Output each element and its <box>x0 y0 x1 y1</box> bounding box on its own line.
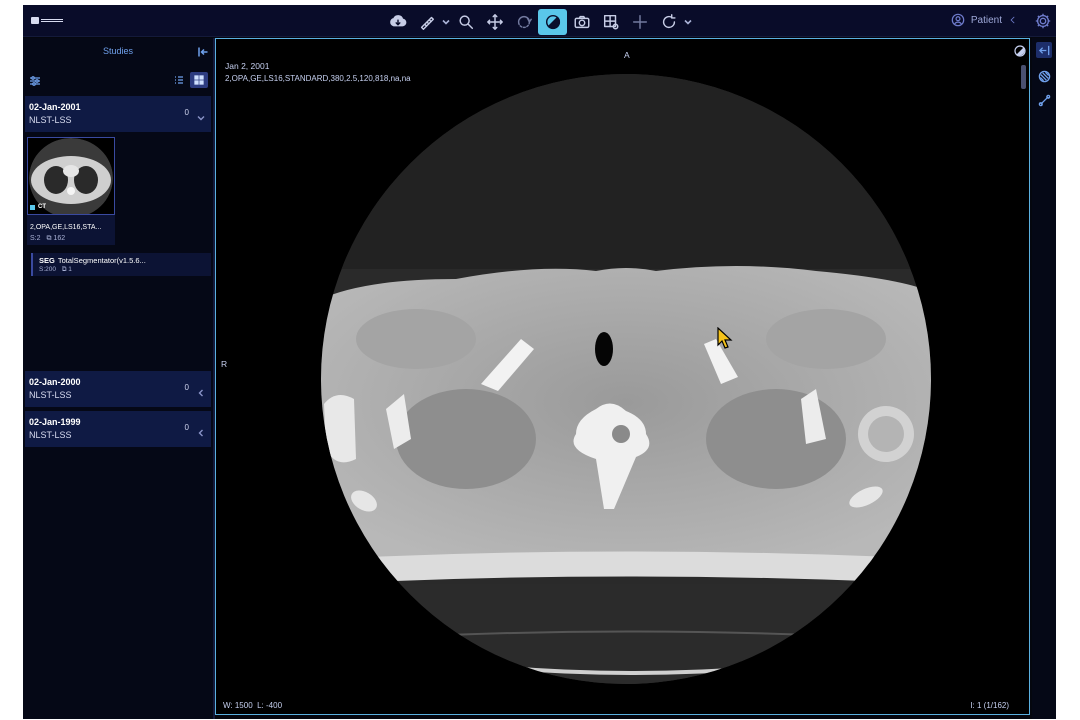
list-view-icon[interactable] <box>170 72 188 88</box>
mouse-cursor <box>717 326 733 351</box>
viewer-app: Patient Studies 02-Jan-2001 NLST-LSS 0 C… <box>23 5 1056 719</box>
more-tools-chevron-down-icon[interactable] <box>683 9 693 35</box>
tool-group <box>383 8 693 35</box>
seg-modality: SEG <box>39 256 55 265</box>
studies-panel-title: Studies <box>102 46 134 56</box>
study-date-overlay: Jan 2, 2001 <box>225 61 270 71</box>
top-toolbar: Patient <box>23 5 1056 37</box>
window-level-overlay: W: 1500 L: -400 <box>223 701 283 710</box>
instance-overlay: I: 1 (1/162) <box>970 701 1009 710</box>
expand-panel-icon[interactable] <box>1036 42 1052 58</box>
patient-info-toggle[interactable]: Patient <box>951 13 1018 27</box>
layout-icon[interactable] <box>596 9 625 35</box>
segmentation-item[interactable]: SEG TotalSegmentator(v1.5.6... S:200 ⧉ 1 <box>31 253 211 276</box>
patient-label: Patient <box>970 14 1002 26</box>
study-date: 02-Jan-1999 <box>29 417 81 427</box>
crosshair-icon[interactable] <box>625 9 654 35</box>
chevron-left-icon <box>1010 16 1015 24</box>
segmentation-panel-icon[interactable] <box>1036 68 1052 84</box>
study-count: 0 <box>184 383 189 392</box>
seg-description: TotalSegmentator(v1.5.6... <box>57 256 146 265</box>
seg-meta: S:200 ⧉ 1 <box>39 266 72 273</box>
zoom-icon[interactable] <box>451 9 480 35</box>
study-item[interactable]: 02-Jan-2000 NLST-LSS 0 <box>25 371 211 407</box>
measure-chevron-down-icon[interactable] <box>441 9 451 35</box>
ruler-icon[interactable] <box>412 9 441 35</box>
window-level-indicator-icon[interactable] <box>1014 44 1026 57</box>
viewport-scrollbar[interactable] <box>1021 65 1026 89</box>
rotate-3d-icon[interactable] <box>509 9 538 35</box>
series-description: 2,OPA,GE,LS16,STA... <box>30 224 102 231</box>
ct-image <box>321 74 931 684</box>
gear-icon[interactable] <box>1034 12 1052 30</box>
study-item[interactable]: 02-Jan-2001 NLST-LSS 0 <box>25 96 211 132</box>
chevron-left-icon[interactable] <box>197 384 205 397</box>
pan-icon[interactable] <box>480 9 509 35</box>
measurements-panel-icon[interactable] <box>1036 92 1052 108</box>
reset-icon[interactable] <box>654 9 683 35</box>
study-count: 0 <box>184 108 189 117</box>
study-date: 02-Jan-2001 <box>29 102 81 112</box>
study-name: NLST-LSS <box>29 115 72 125</box>
right-panel-strip <box>1032 38 1056 719</box>
chevron-down-icon[interactable] <box>197 109 205 121</box>
patient-icon <box>951 13 965 27</box>
window-level-icon[interactable] <box>538 8 567 35</box>
camera-icon[interactable] <box>567 9 596 35</box>
modality-badge: CT <box>30 204 46 210</box>
study-item[interactable]: 02-Jan-1999 NLST-LSS 0 <box>25 411 211 447</box>
study-count: 0 <box>184 423 189 432</box>
app-logo[interactable] <box>31 16 63 24</box>
view-mode-toggle <box>170 72 208 88</box>
studies-panel-header: Studies <box>23 38 213 64</box>
series-info-overlay: 2,OPA,GE,LS16,STANDARD,380,2.5,120,818,n… <box>225 74 411 83</box>
study-date: 02-Jan-2000 <box>29 377 81 387</box>
image-viewport[interactable]: A R Jan 2, 2001 2,OPA,GE,LS16,STANDARD,3… <box>215 38 1030 715</box>
orientation-marker-left: R <box>221 359 228 369</box>
series-meta: S:2 ⧉ 162 <box>30 235 66 242</box>
studies-panel: Studies 02-Jan-2001 NLST-LSS 0 CT 2,OPA,… <box>23 38 213 719</box>
orientation-marker-top: A <box>624 50 630 60</box>
grid-view-icon[interactable] <box>190 72 208 88</box>
study-name: NLST-LSS <box>29 390 72 400</box>
chevron-left-icon[interactable] <box>197 424 205 437</box>
filter-settings-icon[interactable] <box>29 74 41 86</box>
series-thumbnail[interactable]: CT 2,OPA,GE,LS16,STA... S:2 ⧉ 162 <box>27 137 115 245</box>
download-icon[interactable] <box>383 9 412 35</box>
study-name: NLST-LSS <box>29 430 72 440</box>
collapse-panel-icon[interactable] <box>197 45 209 57</box>
